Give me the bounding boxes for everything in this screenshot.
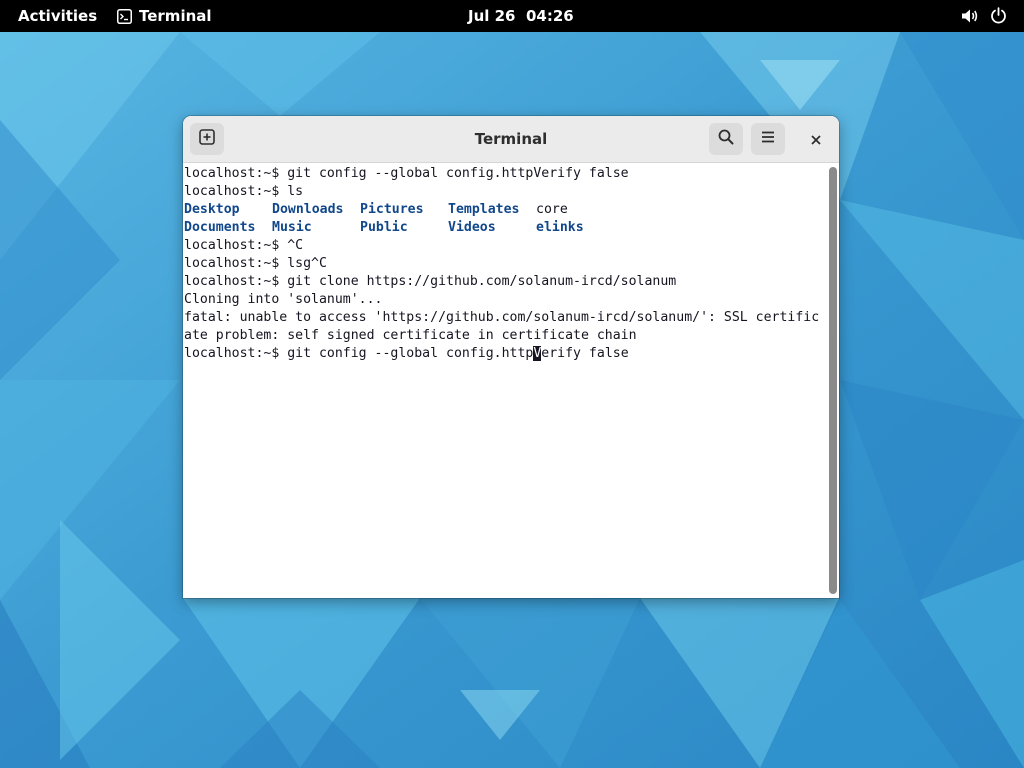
terminal-icon <box>117 8 132 24</box>
command-text-before-cursor: localhost:~$ git config --global config.… <box>184 346 534 361</box>
main-menu-button[interactable] <box>751 123 785 155</box>
terminal-view[interactable]: localhost:~$ git config --global config.… <box>183 163 839 598</box>
app-menu-button[interactable]: Terminal <box>117 7 212 25</box>
window-headerbar[interactable]: Terminal <box>183 116 839 163</box>
volume-icon[interactable] <box>961 8 979 24</box>
hamburger-menu-icon <box>760 129 776 149</box>
app-menu-label: Terminal <box>139 7 212 25</box>
close-icon <box>811 130 821 149</box>
clock-button[interactable]: Jul 26 04:26 <box>468 7 574 25</box>
ls-entry-directory: Documents <box>184 220 256 235</box>
activities-button[interactable]: Activities <box>18 7 97 25</box>
terminal-line: localhost:~$ ^C <box>184 238 304 253</box>
terminal-window: Terminal localhost:~$ git config --globa… <box>183 116 839 598</box>
ls-output-row: Documents Music Public Videos elinks <box>184 219 824 237</box>
ls-output-row: Desktop Downloads Pictures Templates cor… <box>184 201 824 219</box>
terminal-line: localhost:~$ git clone https://github.co… <box>184 274 677 289</box>
ls-entry-directory: Public <box>360 220 408 235</box>
top-bar: Activities Terminal Jul 26 04:26 <box>0 0 1024 32</box>
ls-entry-directory: Desktop <box>184 202 240 217</box>
ls-entry-directory: Templates <box>448 202 520 217</box>
terminal-prompt-line[interactable]: localhost:~$ git config --global config.… <box>184 345 824 363</box>
ls-entry-directory: elinks <box>536 220 584 235</box>
search-icon <box>718 129 734 149</box>
new-tab-button[interactable] <box>190 123 224 155</box>
ls-entry-directory: Pictures <box>360 202 424 217</box>
ls-entry-directory: Downloads <box>272 202 344 217</box>
terminal-line: localhost:~$ ls <box>184 184 304 199</box>
new-tab-icon <box>199 129 215 149</box>
close-window-button[interactable] <box>803 126 829 152</box>
ls-entry-directory: Music <box>272 220 312 235</box>
terminal-line: localhost:~$ lsg^C <box>184 256 327 271</box>
ls-entry-directory: Videos <box>448 220 496 235</box>
power-icon[interactable] <box>990 7 1007 24</box>
ls-entry-file: core <box>536 202 568 217</box>
terminal-output: localhost:~$ git config --global config.… <box>184 165 824 363</box>
scrollbar[interactable] <box>827 163 839 598</box>
terminal-line: localhost:~$ git config --global config.… <box>184 166 629 181</box>
terminal-line: Cloning into 'solanum'... <box>184 292 383 307</box>
terminal-line: ate problem: self signed certificate in … <box>184 328 637 343</box>
scrollbar-thumb[interactable] <box>829 167 837 594</box>
search-button[interactable] <box>709 123 743 155</box>
command-text-after-cursor: erify false <box>541 346 629 361</box>
terminal-line: fatal: unable to access 'https://github.… <box>184 310 820 325</box>
